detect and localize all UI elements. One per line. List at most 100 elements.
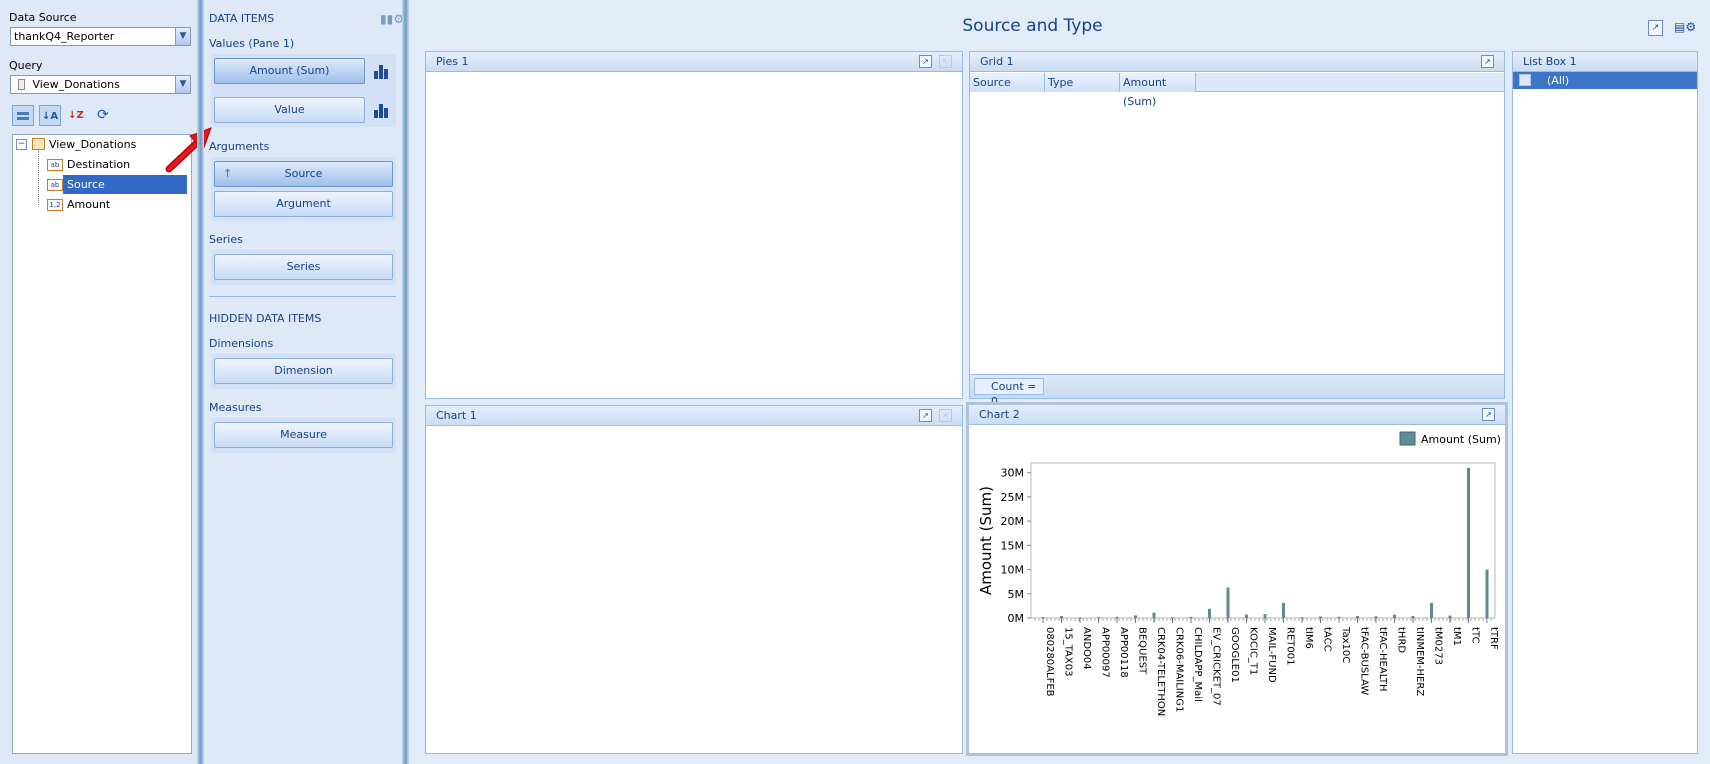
database-icon [18,79,25,90]
chart1-panel-title: Chart 1 [436,409,477,422]
sort-az-icon[interactable]: ↓A [39,105,61,126]
chevron-down-icon[interactable]: ▼ [175,76,190,93]
sort-ascending-icon[interactable]: ↑ [223,162,232,186]
tree-field-destination[interactable]: Destination [65,155,132,174]
chart1-panel[interactable]: Chart 1 ↗ ✕ [425,405,963,754]
data-source-value: thankQ4_Reporter [14,30,115,43]
bar [1041,617,1045,619]
collapse-icon[interactable]: − [16,139,27,150]
listbox-panel[interactable]: List Box 1 (All) [1512,51,1698,754]
bar [1208,608,1211,618]
chart2-panel-title: Chart 2 [979,408,1020,421]
bar [1282,602,1285,618]
clear-selection-icon[interactable]: ↖ [939,55,952,68]
bar [1189,616,1193,618]
x-tick-label: CHILDAPP_Mail [1192,627,1203,702]
bar [1485,569,1489,618]
bar-chart-icon[interactable] [373,63,389,79]
group-icon[interactable] [12,105,34,126]
x-tick-label: tIM6 [1303,627,1314,649]
splitter-right[interactable] [402,0,409,764]
bar [1337,616,1341,618]
bar [1374,616,1378,618]
x-tick-label: APP00097 [1100,627,1111,678]
query-value: View_Donations [32,78,120,91]
argument-item-placeholder[interactable]: Argument [214,191,393,217]
bar [1448,615,1452,618]
export-icon[interactable]: ↗ [919,409,932,422]
values-section-label: Values (Pane 1) [209,37,295,50]
data-items-header: DATA ITEMS [209,12,275,25]
parameters-icon[interactable]: ▤⚙ [1674,20,1696,36]
x-tick-label: tACC [1322,627,1333,652]
clear-filter-icon[interactable]: ✕ [939,409,952,422]
export-icon[interactable]: ↗ [1482,408,1495,421]
bar [1430,602,1433,618]
series-item-placeholder[interactable]: Series [214,254,393,280]
x-tick-label: KOCIC_T1 [1248,627,1259,675]
grid-panel-title: Grid 1 [980,55,1014,68]
chart2-panel[interactable]: Chart 2 ↗ 0M 5M 10M 15M 20M 25M 30M Amount (Sum… [966,402,1508,756]
value-item-placeholder[interactable]: Value [214,97,365,123]
x-tick-label: tINMEM-HERZ [1414,627,1425,696]
query-label: Query [9,59,43,72]
x-tick-label: CRK06-MAILING1 [1174,627,1185,712]
chart2-plot[interactable]: 0M 5M 10M 15M 20M 25M 30M Amount (Sum) Amount (S… [969,426,1505,753]
x-tick-label: MAIL-FUND [1266,627,1277,683]
field-tree[interactable]: − View_Donations ab Destination ab Sourc… [12,134,192,754]
pies-panel[interactable]: Pies 1 ↗ ↖ [425,51,963,399]
argument-item-source[interactable]: ↑ Source [214,161,393,187]
grid-count-total: Count = 0 [974,378,1044,408]
bar [1245,614,1248,618]
y-tick-label: 5M [1008,588,1025,601]
query-combo[interactable]: View_Donations ▼ [10,75,191,94]
tree-root[interactable]: View_Donations [49,135,136,154]
value-item-amount-sum[interactable]: Amount (Sum) [214,58,365,84]
refresh-icon[interactable]: ⟳ [92,105,114,126]
x-tick-label: tTC [1470,627,1481,643]
measure-item-placeholder[interactable]: Measure [214,422,393,448]
bar [1060,616,1063,618]
tree-field-source[interactable]: Source [63,175,187,194]
chart-options-icon[interactable]: ▮▮⚙ [380,12,404,26]
grid-column-source[interactable]: Source [970,73,1045,92]
export-icon[interactable]: ↗ [1481,55,1494,68]
sort-za-icon[interactable]: ↓Z [65,105,87,126]
grid-panel[interactable]: Grid 1 ↗ Source Type Amount (Sum) Count … [969,51,1505,408]
bar [1226,587,1230,618]
chevron-down-icon[interactable]: ▼ [175,28,190,45]
arguments-section-label: Arguments [209,140,270,153]
x-tick-label: Tax10C [1340,626,1351,663]
dimensions-section-label: Dimensions [209,337,274,350]
bar [1134,615,1137,618]
bar [1467,467,1470,618]
legend-swatch [1399,431,1416,446]
checkbox[interactable] [1519,74,1531,86]
x-tick-label: BEQUEST [1137,627,1148,675]
bar-chart-icon[interactable] [373,102,389,118]
x-tick-label: CRK04-TELETHON [1155,627,1166,716]
tree-field-amount[interactable]: Amount [65,195,112,214]
dashboard-title: Source and Type [962,16,1103,36]
dimension-item-placeholder[interactable]: Dimension [214,358,393,384]
splitter-left[interactable] [197,0,204,764]
export-icon[interactable]: ↗ [1648,20,1663,36]
listbox-panel-header: List Box 1 [1513,52,1697,72]
export-icon[interactable]: ↗ [919,55,932,68]
listbox-item-all[interactable]: (All) [1513,72,1697,89]
x-tick-label: tFAC-HEALTH [1377,627,1388,692]
hidden-data-items-header: HIDDEN DATA ITEMS [209,312,322,325]
y-tick-label: 30M [1001,467,1025,480]
text-field-icon: ab [47,159,63,171]
red-arrow-annotation [165,127,212,173]
bar [1152,612,1156,618]
section-divider [209,296,396,297]
y-tick-label: 20M [1001,515,1025,528]
grid-column-type[interactable]: Type [1045,73,1120,92]
y-tick-label: 10M [1001,564,1025,577]
pies-panel-header: Pies 1 ↗ ↖ [426,52,962,72]
data-source-combo[interactable]: thankQ4_Reporter ▼ [10,27,191,46]
grid-column-amount-sum[interactable]: Amount (Sum) [1120,73,1196,108]
argument-item-source-label: Source [284,167,323,180]
grid-header-row: Source Type Amount (Sum) [970,73,1504,108]
